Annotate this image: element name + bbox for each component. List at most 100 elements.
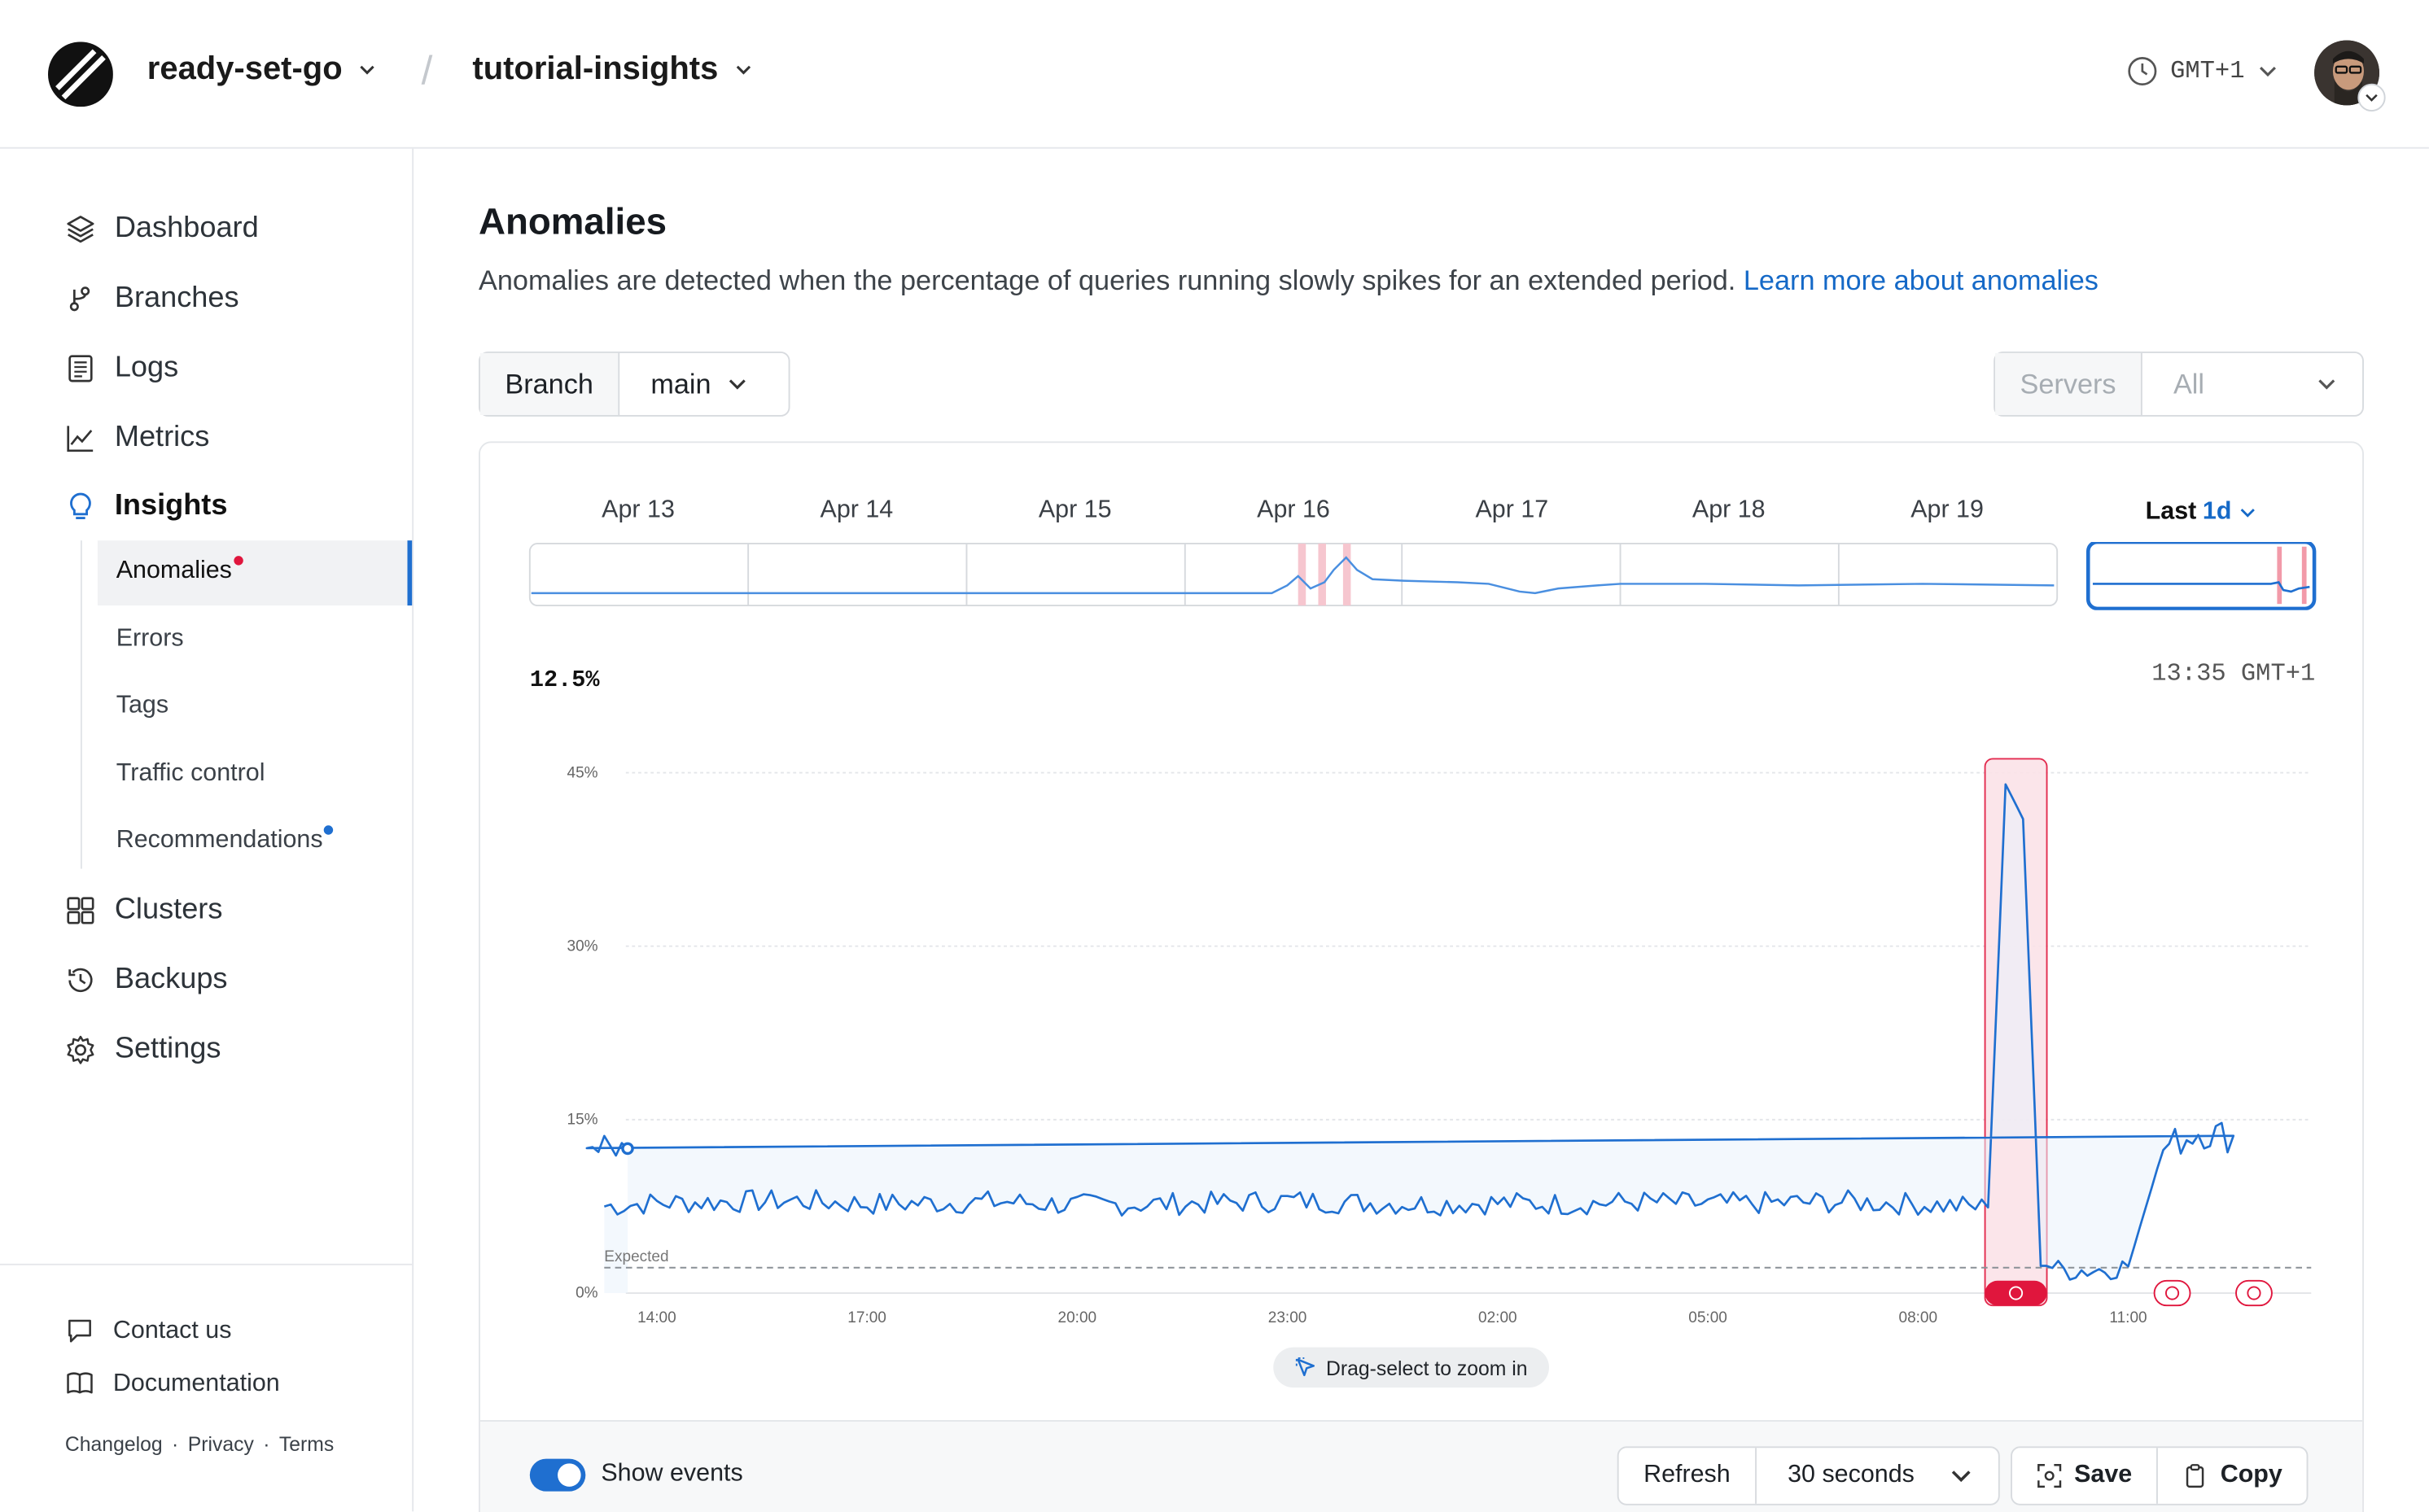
x-tick-label: 17:00 xyxy=(847,1309,886,1326)
sidebar-subitem-anomalies[interactable]: Anomalies xyxy=(116,556,243,585)
branch-icon xyxy=(69,286,90,312)
org-name: ready-set-go xyxy=(147,50,343,87)
range-value: 1d xyxy=(2202,498,2232,526)
gear-icon xyxy=(67,1035,94,1064)
save-label: Save xyxy=(2074,1462,2133,1488)
chart-icon xyxy=(67,426,94,452)
contact-us-label: Contact us xyxy=(112,1317,232,1344)
sidebar-item-clusters[interactable]: Clusters xyxy=(65,894,223,928)
footer-separator: · xyxy=(172,1432,179,1456)
sidebar-item-label: Dashboard xyxy=(114,212,259,245)
notification-dot xyxy=(324,825,334,835)
branch-label: Branch xyxy=(479,352,619,416)
servers-dropdown[interactable]: All xyxy=(2140,352,2362,416)
range-prefix: Last xyxy=(2145,498,2197,526)
anomaly-marker-resolved[interactable] xyxy=(2153,1279,2191,1307)
drag-hint-text: Drag-select to zoom in xyxy=(1325,1356,1528,1379)
y-tick-label: 45% xyxy=(567,764,597,781)
terms-link[interactable]: Terms xyxy=(279,1432,334,1456)
sidebar-item-label: Settings xyxy=(114,1033,221,1066)
anomaly-marker-resolved[interactable] xyxy=(2235,1279,2273,1307)
book-icon xyxy=(67,1372,93,1394)
refresh-control: Refresh 30 seconds xyxy=(1617,1446,2000,1505)
sidebar-item-label: Clusters xyxy=(114,894,223,926)
save-button[interactable]: Save xyxy=(2012,1448,2157,1504)
timeline-day-label: Apr 16 xyxy=(1257,496,1330,524)
chevron-down-icon xyxy=(1951,1470,1971,1483)
sidebar-subitem-errors[interactable]: Errors xyxy=(116,626,184,653)
show-events-toggle[interactable] xyxy=(529,1458,586,1492)
submenu-rail xyxy=(80,540,82,869)
chevron-down-icon xyxy=(360,65,374,75)
database-switcher[interactable]: tutorial-insights xyxy=(472,51,752,89)
sidebar-subitem-traffic-control[interactable]: Traffic control xyxy=(116,760,265,788)
sidebar-subitem-tags[interactable]: Tags xyxy=(116,693,168,720)
refresh-interval-dropdown[interactable]: 30 seconds xyxy=(1755,1448,1998,1504)
timeline-day-label: Apr 15 xyxy=(1038,496,1112,524)
sidebar-item-label: Branches xyxy=(114,282,239,315)
sidebar-item-label: Backups xyxy=(114,963,228,996)
copy-label: Copy xyxy=(2220,1462,2282,1488)
learn-more-link[interactable]: Learn more about anomalies xyxy=(1744,264,2099,295)
sidebar-subitem-label: Anomalies xyxy=(116,557,232,584)
x-tick-label: 23:00 xyxy=(1268,1309,1307,1326)
timeline-day-label: Apr 18 xyxy=(1692,496,1766,524)
chevron-down-icon xyxy=(2366,94,2378,102)
sidebar-item-label: Insights xyxy=(114,489,228,522)
timezone-selector[interactable]: GMT+1 xyxy=(2127,56,2279,87)
contact-us-link[interactable]: Contact us xyxy=(65,1317,232,1346)
sidebar-item-metrics[interactable]: Metrics xyxy=(65,422,209,456)
show-events-label: Show events xyxy=(601,1460,743,1487)
branch-selector[interactable]: Branch main xyxy=(479,351,790,417)
range-selector[interactable]: Last 1d xyxy=(2146,499,2256,527)
sidebar-item-logs[interactable]: Logs xyxy=(65,352,178,386)
slow-queries-chart[interactable]: Expected 45% 30% 15% 0% 14:00 17:00 20:00 23:00… xyxy=(527,743,2339,1331)
sidebar-subitem-label: Recommendations xyxy=(116,827,323,854)
documentation-link[interactable]: Documentation xyxy=(65,1369,280,1398)
page-description: Anomalies are detected when the percenta… xyxy=(479,264,2099,297)
planetscale-logo-icon[interactable] xyxy=(47,42,113,107)
breadcrumb-separator: / xyxy=(421,46,433,94)
y-tick-label: 15% xyxy=(567,1112,597,1129)
week-overview-strip[interactable] xyxy=(528,542,2319,610)
chevron-down-icon xyxy=(2260,66,2277,77)
refresh-button[interactable]: Refresh xyxy=(1619,1448,1756,1504)
copy-button[interactable]: Copy xyxy=(2156,1448,2308,1504)
x-tick-label: 20:00 xyxy=(1058,1309,1097,1326)
sidebar-subitem-recommendations[interactable]: Recommendations xyxy=(116,825,334,854)
branch-dropdown[interactable]: main xyxy=(618,352,772,416)
changelog-link[interactable]: Changelog xyxy=(65,1432,163,1456)
sidebar-item-settings[interactable]: Settings xyxy=(65,1033,221,1067)
footer-separator: · xyxy=(263,1432,270,1456)
sidebar: Dashboard Branches Logs Metrics Insights… xyxy=(0,148,414,1512)
sidebar-item-insights[interactable]: Insights xyxy=(65,489,228,523)
servers-selector[interactable]: Servers All xyxy=(1994,351,2364,417)
logs-icon xyxy=(68,355,93,382)
clusters-icon xyxy=(67,897,94,924)
clock-icon xyxy=(2128,57,2157,86)
account-menu-chevron[interactable] xyxy=(2357,83,2386,112)
sidebar-item-backups[interactable]: Backups xyxy=(65,964,228,998)
footer-links: Changelog · Privacy · Terms xyxy=(65,1432,334,1456)
privacy-link[interactable]: Privacy xyxy=(188,1432,254,1456)
timeline-day-label: Apr 19 xyxy=(1910,496,1984,524)
y-tick-label: 0% xyxy=(576,1285,598,1302)
branch-value: main xyxy=(650,367,711,400)
description-text: Anomalies are detected when the percenta… xyxy=(479,264,1736,296)
timeline-day-label: Apr 14 xyxy=(820,496,894,524)
servers-value: All xyxy=(2173,367,2205,400)
refresh-interval-value: 30 seconds xyxy=(1788,1462,1915,1488)
servers-label: Servers xyxy=(1995,352,2141,416)
timeline-day-label: Apr 17 xyxy=(1475,496,1549,524)
x-tick-label: 14:00 xyxy=(637,1309,676,1326)
sidebar-subitem-label: Tags xyxy=(116,692,169,719)
anomaly-marker-active[interactable] xyxy=(1985,1280,2047,1306)
sidebar-item-dashboard[interactable]: Dashboard xyxy=(65,212,259,247)
sidebar-item-branches[interactable]: Branches xyxy=(65,282,239,316)
org-switcher[interactable]: ready-set-go xyxy=(147,51,377,89)
x-tick-label: 08:00 xyxy=(1898,1309,1937,1326)
export-controls: Save Copy xyxy=(2011,1446,2309,1505)
chevron-down-icon xyxy=(2318,379,2335,390)
chevron-down-icon xyxy=(729,379,746,390)
hover-value-readout: 12.5% xyxy=(529,667,600,694)
